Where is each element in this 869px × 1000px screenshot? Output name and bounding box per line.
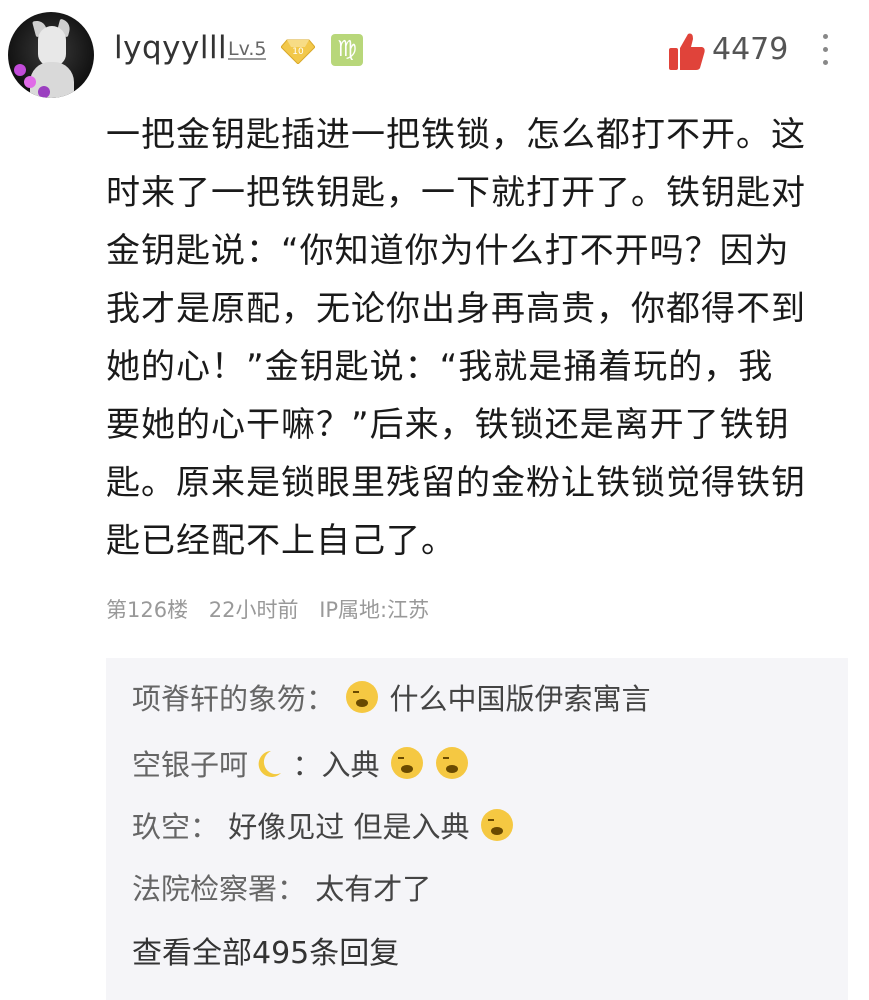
reply-item[interactable]: 项脊轩的象笏： 什么中国版伊索寓言	[132, 676, 650, 718]
post-line: 一把金钥匙插进一把铁锁，怎么都打不开。这	[106, 115, 806, 155]
avatar[interactable]	[8, 12, 94, 98]
diamond-badge-number: 10	[292, 47, 304, 57]
reply-section: 项脊轩的象笏： 什么中国版伊索寓言 空银子呵 ：入典 玖空： 好像见过 但是入典…	[106, 658, 848, 1000]
post-line: 时来了一把铁钥匙，一下就打开了。铁钥匙对	[106, 173, 806, 213]
username[interactable]: lyqyylll	[114, 30, 227, 66]
avatar-flower-icon	[24, 76, 36, 88]
view-all-replies-link[interactable]: 查看全部495条回复	[132, 928, 399, 972]
post-line: 她的心！”金钥匙说：“我就是捅着玩的，我	[106, 347, 774, 387]
ip-location: IP属地:江苏	[319, 598, 430, 622]
reply-author[interactable]: 玖空：	[132, 810, 219, 844]
floor-number: 第126楼	[106, 598, 189, 622]
post-line: 匙。原来是锁眼里残留的金粉让铁锁觉得铁钥	[106, 463, 806, 503]
avatar-dog-body	[30, 62, 74, 98]
reply-item[interactable]: 空银子呵 ：入典	[132, 742, 470, 784]
reply-author[interactable]: 法院检察署：	[132, 872, 306, 906]
reply-item[interactable]: 玖空： 好像见过 但是入典	[132, 804, 515, 846]
post-time: 22小时前	[208, 598, 299, 622]
moon-icon	[258, 751, 282, 777]
like-count: 4479	[712, 32, 789, 67]
reply-item[interactable]: 法院检察署： 太有才了	[132, 866, 431, 908]
avatar-flower-icon	[14, 64, 26, 76]
post-line: 匙已经配不上自己了。	[106, 521, 456, 561]
reply-author[interactable]: 项脊轩的象笏：	[132, 682, 335, 716]
post-line: 金钥匙说：“你知道你为什么打不开吗？因为	[106, 231, 790, 271]
laughing-emoji-icon	[390, 747, 423, 779]
more-icon[interactable]	[820, 34, 830, 72]
reply-author[interactable]: 空银子呵	[132, 748, 248, 782]
thumbs-up-icon[interactable]	[668, 30, 706, 72]
reply-text: 什么中国版伊索寓言	[389, 682, 651, 716]
avatar-flower-icon	[38, 86, 50, 98]
reply-text: 太有才了	[315, 872, 432, 906]
diamond-icon: 10	[281, 39, 315, 64]
reply-text: ：入典	[292, 748, 380, 782]
post-content: 一把金钥匙插进一把铁锁，怎么都打不开。这 时来了一把铁钥匙，一下就打开了。铁钥匙…	[106, 106, 846, 570]
laughing-emoji-icon	[435, 747, 468, 779]
post-line: 我才是原配，无论你出身再高贵，你都得不到	[106, 289, 806, 329]
level-badge: Lv.5	[228, 38, 267, 60]
avatar-dog-face	[38, 26, 66, 66]
virgo-icon: ♍	[331, 34, 363, 66]
reply-text: 好像见过 但是入典	[228, 810, 470, 844]
post-meta: 第126楼 22小时前 IP属地:江苏	[106, 594, 443, 624]
laughing-emoji-icon	[346, 681, 379, 713]
laughing-emoji-icon	[480, 809, 513, 841]
post-line: 要她的心干嘛？”后来，铁锁还是离开了铁钥	[106, 405, 790, 445]
